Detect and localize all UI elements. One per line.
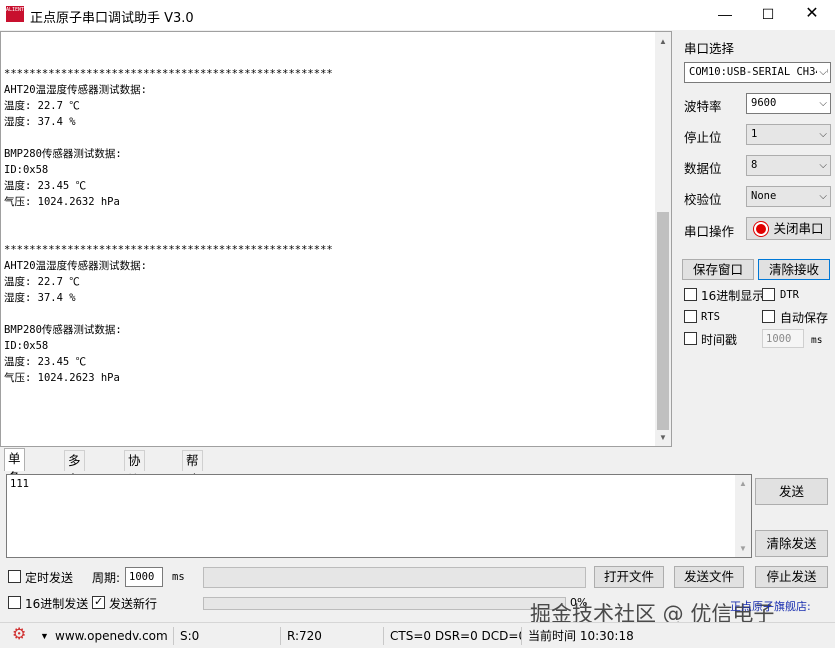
dtr-label: DTR: [780, 289, 799, 301]
maximize-button[interactable]: ☐: [746, 0, 790, 30]
current-time: 当前时间 10:30:18: [528, 629, 634, 643]
timestamp-label: 时间戳: [701, 333, 738, 347]
databits-select[interactable]: 8 ⌵: [746, 155, 831, 176]
period-label: 周期:: [92, 571, 121, 585]
period-input[interactable]: 1000: [125, 567, 163, 587]
close-port-label: 关闭串口: [773, 221, 824, 236]
clear-send-button[interactable]: 清除发送: [755, 530, 828, 557]
close-port-button[interactable]: 关闭串口: [746, 217, 831, 240]
tab-single-send[interactable]: 单条发送: [4, 448, 25, 523]
scroll-down-icon[interactable]: ▼: [655, 430, 671, 446]
open-file-button[interactable]: 打开文件: [594, 566, 664, 588]
save-window-button[interactable]: 保存窗口: [682, 259, 754, 280]
status-indicator-icon: [754, 222, 768, 236]
tab-multi-send[interactable]: 多条发送: [64, 450, 85, 525]
receive-scrollbar[interactable]: ▲ ▼: [655, 32, 671, 446]
website-link[interactable]: www.openedv.com: [52, 627, 174, 645]
port-select-label: 串口选择: [684, 41, 735, 56]
stopbits-select[interactable]: 1 ⌵: [746, 124, 831, 145]
chevron-down-icon: ⌵: [819, 98, 827, 109]
send-button[interactable]: 发送: [755, 478, 828, 505]
title-bar: ALIENTEK 正点原子串口调试助手 V3.0 — ☐ ✕: [0, 0, 835, 30]
baud-label: 波特率: [684, 99, 722, 114]
send-file-button[interactable]: 发送文件: [674, 566, 744, 588]
chevron-down-icon: ⌵: [819, 160, 827, 171]
tab-help[interactable]: 帮助: [182, 450, 203, 487]
hex-display-label: 16进制显示: [701, 289, 765, 303]
status-bar: ⚙ ▼ www.openedv.com S:0 R:720 CTS=0 DSR=…: [0, 622, 835, 648]
clear-receive-button[interactable]: 清除接收: [758, 259, 830, 280]
chevron-down-icon: ⌵: [819, 129, 827, 140]
send-progress-bar: [203, 597, 566, 610]
period-unit: ms: [172, 571, 185, 583]
receive-area[interactable]: ****************************************…: [0, 31, 672, 447]
chevron-down-icon: ⌵: [817, 63, 827, 82]
chevron-down-icon: ⌵: [819, 191, 827, 202]
timestamp-checkbox[interactable]: [684, 332, 697, 345]
modem-lines: CTS=0 DSR=0 DCD=0: [387, 627, 522, 645]
databits-select-value: 8: [751, 159, 758, 171]
hex-send-label: 16进制发送: [25, 597, 89, 611]
baud-select[interactable]: 9600 ⌵: [746, 93, 831, 114]
port-select-value: COM10:USB-SERIAL CH340: [689, 66, 829, 78]
file-path-field[interactable]: [203, 567, 586, 588]
received-count: R:720: [284, 627, 384, 645]
stop-send-button[interactable]: 停止发送: [755, 566, 828, 588]
auto-save-label: 自动保存: [780, 311, 829, 325]
tab-protocol[interactable]: 协议传输: [124, 450, 145, 525]
scroll-thumb[interactable]: [657, 212, 669, 430]
timed-send-checkbox[interactable]: [8, 570, 21, 583]
dtr-checkbox[interactable]: [762, 288, 775, 301]
send-text: 111: [10, 478, 29, 490]
send-newline-checkbox[interactable]: [92, 594, 105, 610]
parity-select[interactable]: None ⌵: [746, 186, 831, 207]
port-select[interactable]: COM10:USB-SERIAL CH340 ⌵: [684, 62, 831, 83]
hex-display-checkbox[interactable]: [684, 288, 697, 301]
hex-send-checkbox[interactable]: [8, 596, 21, 609]
send-newline-label: 发送新行: [109, 597, 158, 611]
rts-checkbox[interactable]: [684, 310, 697, 323]
send-scrollbar[interactable]: ▲ ▼: [735, 475, 751, 557]
stopbits-label: 停止位: [684, 130, 722, 145]
timed-send-label: 定时发送: [25, 571, 74, 585]
minimize-button[interactable]: —: [703, 0, 747, 30]
stopbits-select-value: 1: [751, 128, 758, 140]
receive-text: ****************************************…: [4, 68, 333, 384]
send-input[interactable]: 111 ▲ ▼: [6, 474, 752, 558]
app-logo-icon: ALIENTEK: [6, 6, 24, 22]
scroll-down-icon[interactable]: ▼: [735, 544, 751, 553]
baud-select-value: 9600: [751, 97, 777, 109]
scroll-up-icon[interactable]: ▲: [735, 479, 751, 488]
close-button[interactable]: ✕: [790, 0, 834, 30]
window-title: 正点原子串口调试助手 V3.0: [30, 11, 194, 26]
rts-label: RTS: [701, 311, 720, 323]
auto-save-checkbox[interactable]: [762, 310, 775, 323]
parity-select-value: None: [751, 190, 777, 202]
chevron-down-icon[interactable]: ▼: [40, 627, 49, 645]
port-operation-label: 串口操作: [684, 224, 735, 239]
store-link[interactable]: 正点原子旗舰店:: [730, 598, 811, 614]
databits-label: 数据位: [684, 161, 722, 176]
parity-label: 校验位: [684, 192, 722, 207]
sent-count: S:0: [177, 627, 281, 645]
timestamp-unit: ms: [811, 335, 823, 346]
scroll-up-icon[interactable]: ▲: [655, 34, 671, 50]
gear-icon[interactable]: ⚙: [12, 626, 26, 644]
timestamp-interval-input[interactable]: 1000: [762, 329, 804, 348]
